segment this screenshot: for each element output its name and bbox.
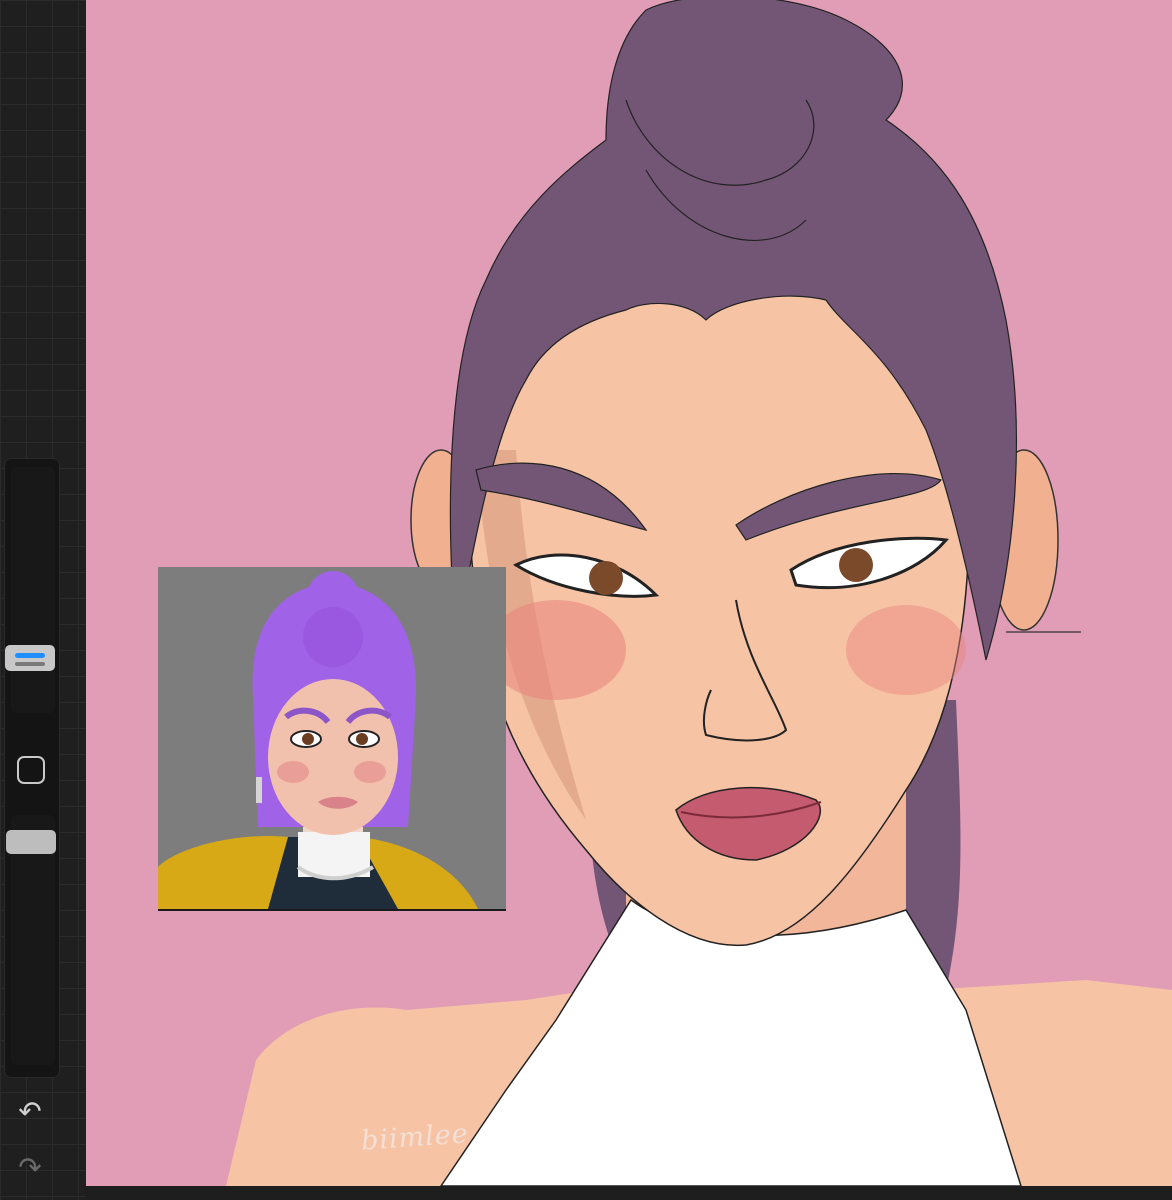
redo-arrow-icon: ↷ [18, 1152, 42, 1183]
redo-button[interactable]: ↷ [10, 1150, 50, 1186]
left-sidebar [4, 458, 60, 1078]
right-blush [846, 605, 966, 695]
ref-right-blush [354, 761, 386, 783]
left-iris [589, 561, 623, 595]
reference-image [158, 567, 506, 909]
size-indicator-accent [15, 653, 45, 658]
ref-right-iris [356, 733, 368, 745]
brush-opacity-thumb[interactable] [6, 830, 56, 854]
left-blush [486, 600, 626, 700]
ref-bun-2 [303, 607, 363, 667]
undo-arrow-icon: ↶ [18, 1096, 42, 1127]
ref-collar [298, 832, 370, 877]
right-iris [839, 548, 873, 582]
undo-button[interactable]: ↶ [10, 1094, 50, 1130]
size-indicator-line [15, 662, 45, 666]
brush-size-slider[interactable] [11, 467, 55, 713]
drawing-app: ↶ ↷ biimlee [0, 0, 1172, 1200]
ref-earring [256, 777, 262, 803]
ref-face [268, 679, 398, 835]
brush-size-thumb[interactable] [5, 645, 55, 671]
reference-image-window[interactable] [158, 567, 506, 911]
ref-left-iris [302, 733, 314, 745]
ref-left-blush [277, 761, 309, 783]
canvas-bottom-edge [86, 1186, 1172, 1200]
modify-square-button[interactable] [17, 756, 45, 784]
